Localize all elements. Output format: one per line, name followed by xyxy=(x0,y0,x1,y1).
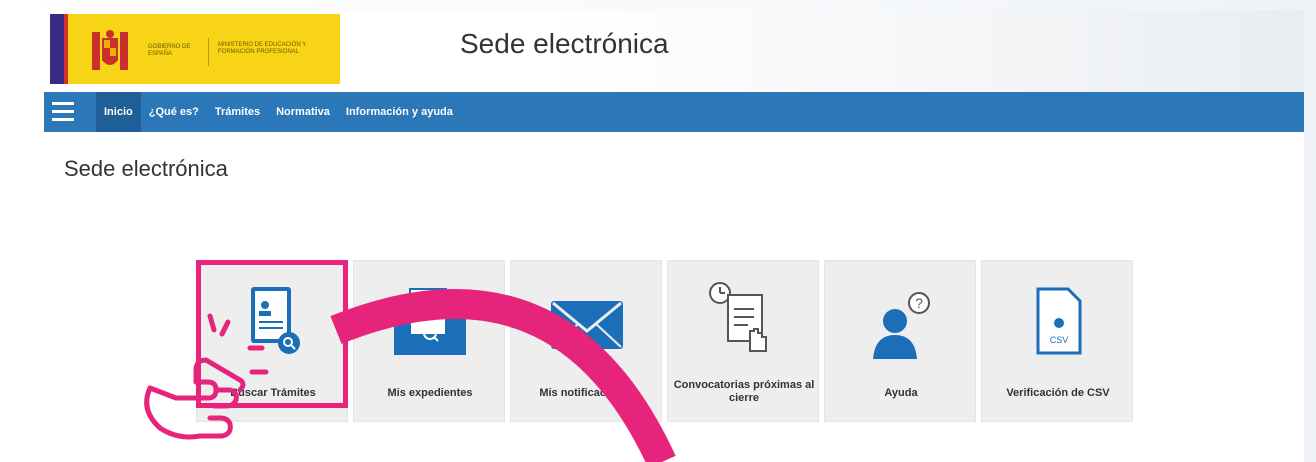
main-navbar: Inicio ¿Qué es? Trámites Normativa Infor… xyxy=(44,92,1304,132)
nav-item-informacion-ayuda[interactable]: Información y ayuda xyxy=(338,92,461,132)
tile-verificacion-csv[interactable]: CSV Verificación de CSV xyxy=(981,260,1133,422)
tile-label: Convocatorias próximas al cierre xyxy=(673,379,815,404)
user-help-icon: ? xyxy=(873,292,930,359)
nav-item-inicio[interactable]: Inicio xyxy=(96,92,141,132)
logo-text-ministry: MINISTERIO DE EDUCACIÓN Y FORMACIÓN PROF… xyxy=(218,42,307,55)
tile-label: Buscar Trámites xyxy=(230,387,316,399)
logo-stripe-red xyxy=(64,14,68,84)
site-title: Sede electrónica xyxy=(460,28,669,59)
service-tiles: Buscar Trámites Mis expedientes Mis noti… xyxy=(196,260,1138,422)
tile-convocatorias[interactable]: Convocatorias próximas al cierre xyxy=(667,260,819,422)
logo-text-government: GOBIERNO DE ESPAÑA xyxy=(148,44,191,57)
tile-label: Mis expedientes xyxy=(387,387,473,399)
tile-mis-expedientes[interactable]: Mis expedientes xyxy=(353,260,505,422)
document-clock-icon xyxy=(709,282,767,352)
folder-search-icon xyxy=(394,288,466,355)
tile-label: Mis notificaciones xyxy=(539,387,635,399)
nav-menu: Inicio ¿Qué es? Trámites Normativa Infor… xyxy=(96,92,461,132)
government-logo[interactable]: GOBIERNO DE ESPAÑA MINISTERIO DE EDUCACI… xyxy=(50,14,340,84)
site-header: GOBIERNO DE ESPAÑA MINISTERIO DE EDUCACI… xyxy=(44,10,1304,92)
search-document-icon xyxy=(251,287,300,354)
tile-buscar-tramites[interactable]: Buscar Trámites xyxy=(196,260,348,422)
page-title: Sede electrónica xyxy=(64,156,228,181)
nav-item-tramites[interactable]: Trámites xyxy=(207,92,268,132)
tile-ayuda[interactable]: ? Ayuda xyxy=(824,260,976,422)
logo-divider xyxy=(208,38,209,66)
coat-of-arms-icon xyxy=(92,30,128,70)
csv-document-icon: CSV xyxy=(1036,287,1082,355)
nav-item-normativa[interactable]: Normativa xyxy=(268,92,338,132)
tile-mis-notificaciones[interactable]: Mis notificaciones xyxy=(510,260,662,422)
tile-label: Ayuda xyxy=(884,387,918,399)
svg-text:?: ? xyxy=(915,295,923,311)
browser-page: GOBIERNO DE ESPAÑA MINISTERIO DE EDUCACI… xyxy=(44,10,1304,462)
logo-stripe xyxy=(50,14,64,84)
csv-icon-text: CSV xyxy=(1050,335,1069,345)
hamburger-menu-icon[interactable] xyxy=(52,102,74,122)
nav-item-que-es[interactable]: ¿Qué es? xyxy=(141,92,207,132)
tile-label: Verificación de CSV xyxy=(1006,387,1110,399)
envelope-icon xyxy=(551,301,623,349)
